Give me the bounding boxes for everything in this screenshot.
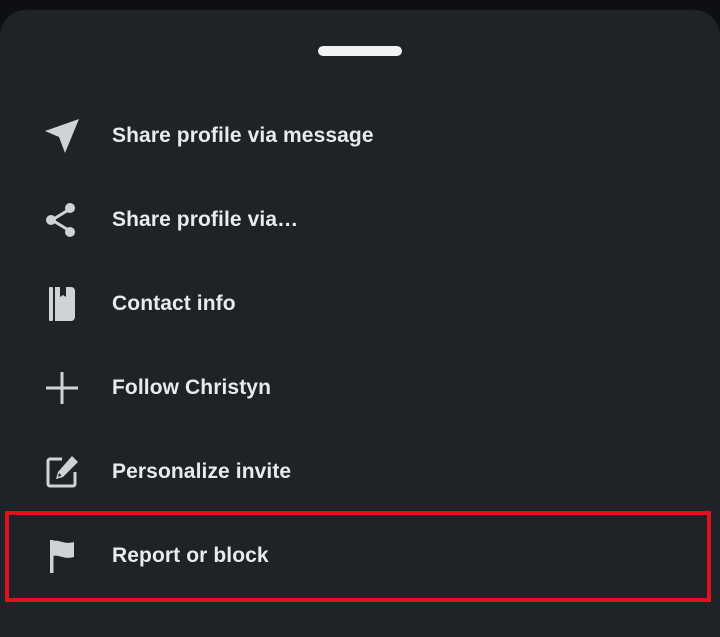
edit-icon (40, 450, 84, 494)
menu-item-label: Contact info (112, 292, 236, 315)
profile-actions-menu: Share profile via message Share profile … (0, 94, 720, 598)
plus-icon (40, 366, 84, 410)
menu-item-follow[interactable]: Follow Christyn (0, 346, 720, 430)
menu-item-personalize-invite[interactable]: Personalize invite (0, 430, 720, 514)
menu-item-label: Personalize invite (112, 460, 292, 483)
menu-item-share-via-message[interactable]: Share profile via message (0, 94, 720, 178)
drag-handle[interactable] (318, 46, 402, 56)
menu-item-label: Follow Christyn (112, 376, 271, 399)
contact-book-icon (40, 282, 84, 326)
flag-icon (40, 534, 84, 578)
menu-item-report-or-block[interactable]: Report or block (0, 514, 720, 598)
menu-item-label: Share profile via… (112, 208, 299, 231)
share-icon (40, 198, 84, 242)
menu-item-label: Share profile via message (112, 124, 374, 147)
send-icon (40, 114, 84, 158)
menu-item-contact-info[interactable]: Contact info (0, 262, 720, 346)
bottom-sheet: Share profile via message Share profile … (0, 10, 720, 637)
menu-item-share-via[interactable]: Share profile via… (0, 178, 720, 262)
menu-item-label: Report or block (112, 544, 269, 567)
